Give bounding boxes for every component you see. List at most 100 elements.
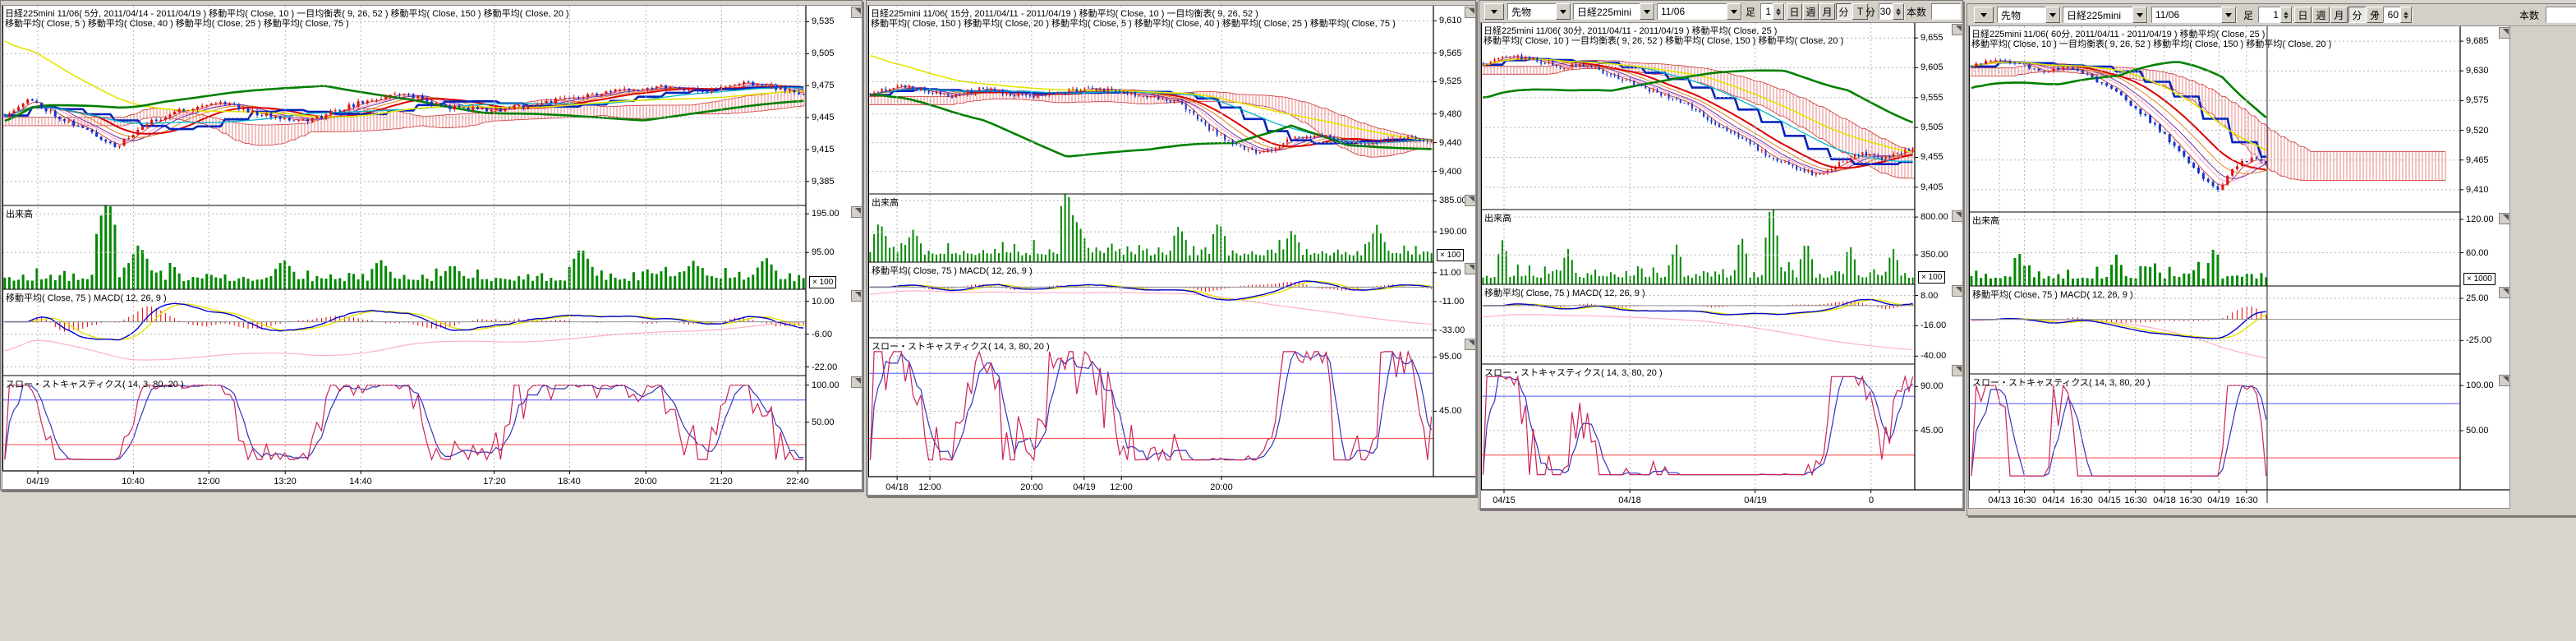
chart-area: 日経225mini 11/06( 5分, 2011/04/14 - 2011/0… (2, 5, 862, 490)
axis-tick-label: 90.00 (1920, 381, 1944, 391)
period-week-button[interactable]: 週 (1803, 3, 1819, 20)
market-select[interactable]: 先物 (1507, 3, 1571, 20)
minute-spinner[interactable]: 60 (2383, 7, 2413, 23)
chart-plot[interactable] (868, 6, 1476, 496)
spinner-buttons[interactable] (2400, 7, 2412, 23)
pane-expand-button[interactable] (851, 206, 862, 218)
pane-expand-button[interactable] (2499, 375, 2510, 386)
axis-tick-label: -33.00 (1439, 325, 1465, 335)
axis-tick-label: 9,525 (1439, 76, 1462, 86)
chart-header-line2: 移動平均( Close, 10 ) 一目均衡表( 9, 26, 52 ) 移動平… (1971, 37, 2331, 50)
axis-tick-label: -11.00 (1439, 297, 1464, 307)
chevron-down-icon (2049, 13, 2056, 21)
x-axis-tick-label: 04/14 (2039, 496, 2068, 505)
pane-expand-button[interactable] (1952, 24, 1963, 35)
contract-select[interactable]: 11/06 (1657, 3, 1742, 20)
combo-dropdown-button[interactable] (1640, 3, 1654, 20)
bar-count-input[interactable] (2546, 7, 2576, 23)
market-select-value: 先物 (1508, 5, 1556, 19)
axis-tick-label: 8.00 (1920, 291, 1938, 301)
x-axis-tick-label: 04/15 (2095, 496, 2124, 505)
axis-tick-label: 95.00 (1439, 352, 1462, 362)
x-axis-tick-label: 04/18 (2150, 496, 2179, 505)
spin-down-icon (2284, 16, 2288, 21)
axis-tick-label: 9,440 (1439, 138, 1462, 148)
axis-tick-label: 195.00 (812, 209, 840, 219)
bar-type-spinner[interactable]: 1 (1760, 3, 1785, 20)
axis-tick-label: -40.00 (1920, 351, 1946, 361)
pane-expand-button[interactable] (851, 376, 862, 388)
bar-type-spinner-value: 1 (2259, 9, 2280, 21)
window-menu-button[interactable] (1484, 3, 1504, 20)
pane-expand-button[interactable] (2499, 213, 2510, 224)
pane-expand-button[interactable] (1465, 7, 1476, 18)
combo-dropdown-button[interactable] (2221, 7, 2236, 23)
pane-expand-button[interactable] (1952, 365, 1963, 376)
axis-tick-label: 100.00 (2466, 380, 2494, 390)
minute-spinner-value: 30 (1879, 6, 1893, 17)
instrument-select[interactable]: 日経225mini (2063, 7, 2148, 23)
axis-tick-label: 9,520 (2466, 126, 2489, 136)
pane-expand-button[interactable] (851, 290, 862, 302)
pane-expand-button[interactable] (851, 7, 862, 18)
period-day-button[interactable]: 日 (1787, 3, 1802, 20)
pane-expand-button[interactable] (1465, 263, 1476, 274)
pane-expand-button[interactable] (2499, 27, 2510, 39)
window-menu-button[interactable] (1974, 7, 1994, 23)
axis-tick-label: 190.00 (1439, 227, 1467, 237)
chart-plot[interactable] (2, 6, 862, 490)
spinner-buttons[interactable] (1773, 3, 1784, 20)
pane-expand-button[interactable] (1465, 339, 1476, 350)
stochastics-pane-label: スロー・ストキャスティクス( 14, 3, 80, 20 ) (1484, 366, 1663, 379)
instrument-select[interactable]: 日経225mini (1573, 3, 1655, 20)
market-select[interactable]: 先物 (1997, 7, 2061, 23)
macd-pane-label: 移動平均( Close, 75 ) MACD( 12, 26, 9 ) (1484, 286, 1645, 299)
x-axis-tick-label: 04/18 (882, 482, 912, 492)
axis-tick-label: 9,610 (1439, 16, 1462, 25)
spinner-buttons[interactable] (1893, 3, 1904, 20)
chart-plot[interactable] (1481, 23, 1963, 509)
volume-pane-label: 出来高 (1484, 211, 1511, 224)
axis-tick-label: 9,415 (812, 145, 835, 154)
chart-area: 日経225mini 11/06( 30分, 2011/04/11 - 2011/… (1480, 22, 1963, 509)
contract-select[interactable]: 11/06 (2151, 7, 2237, 23)
combo-dropdown-button[interactable] (2045, 7, 2060, 23)
chart-header-line2: 移動平均( Close, 10 ) 一目均衡表( 9, 26, 52 ) 移動平… (1484, 34, 1843, 47)
spin-up-icon (2284, 9, 2288, 15)
axis-tick-label: 9,385 (812, 177, 835, 187)
axis-tick-label: 95.00 (812, 247, 835, 257)
combo-dropdown-button[interactable] (1727, 3, 1741, 20)
period-day-button[interactable]: 日 (2294, 7, 2312, 23)
minute-spinner[interactable]: 30 (1879, 3, 1905, 20)
x-axis-tick-label: 12:00 (194, 477, 223, 487)
axis-tick-label: 9,400 (1439, 167, 1462, 177)
period-minute-button[interactable]: 分 (1836, 3, 1852, 20)
axis-tick-label: 9,655 (1920, 33, 1944, 43)
minute-label: 分 (2370, 7, 2381, 23)
chart-plot[interactable] (1969, 26, 2510, 509)
axis-tick-label: 385.00 (1439, 196, 1467, 205)
macd-pane-label: 移動平均( Close, 75 ) MACD( 12, 26, 9 ) (872, 264, 1033, 277)
pane-expand-button[interactable] (1465, 195, 1476, 206)
bar-count-input[interactable] (1931, 3, 1961, 20)
spinner-buttons[interactable] (2280, 7, 2292, 23)
stochastics-pane-label: スロー・ストキャスティクス( 14, 3, 80, 20 ) (6, 377, 184, 390)
x-axis-tick-label: 12:00 (915, 482, 945, 492)
x-axis-tick-label: 12:00 (1106, 482, 1136, 492)
period-month-button[interactable]: 月 (1819, 3, 1835, 20)
combo-dropdown-button[interactable] (1556, 3, 1571, 20)
volume-pane-label: 出来高 (1972, 214, 1999, 227)
pane-expand-button[interactable] (1952, 285, 1963, 297)
x-axis-tick-label: 21:20 (706, 477, 736, 487)
pane-expand-button[interactable] (1952, 210, 1963, 222)
mdi-desktop: 日経225mini 11/06( 5分, 2011/04/14 - 2011/0… (0, 0, 2576, 641)
period-month-button[interactable]: 月 (2330, 7, 2348, 23)
bar-type-spinner[interactable]: 1 (2258, 7, 2293, 23)
combo-dropdown-button[interactable] (2132, 7, 2147, 23)
axis-tick-label: 9,480 (1439, 109, 1462, 119)
pane-expand-button[interactable] (2499, 287, 2510, 298)
bar-count-label: 本数 (2519, 7, 2544, 23)
period-minute-button[interactable]: 分 (2348, 7, 2366, 23)
axis-tick-label: -25.00 (2466, 335, 2491, 345)
period-week-button[interactable]: 週 (2312, 7, 2330, 23)
